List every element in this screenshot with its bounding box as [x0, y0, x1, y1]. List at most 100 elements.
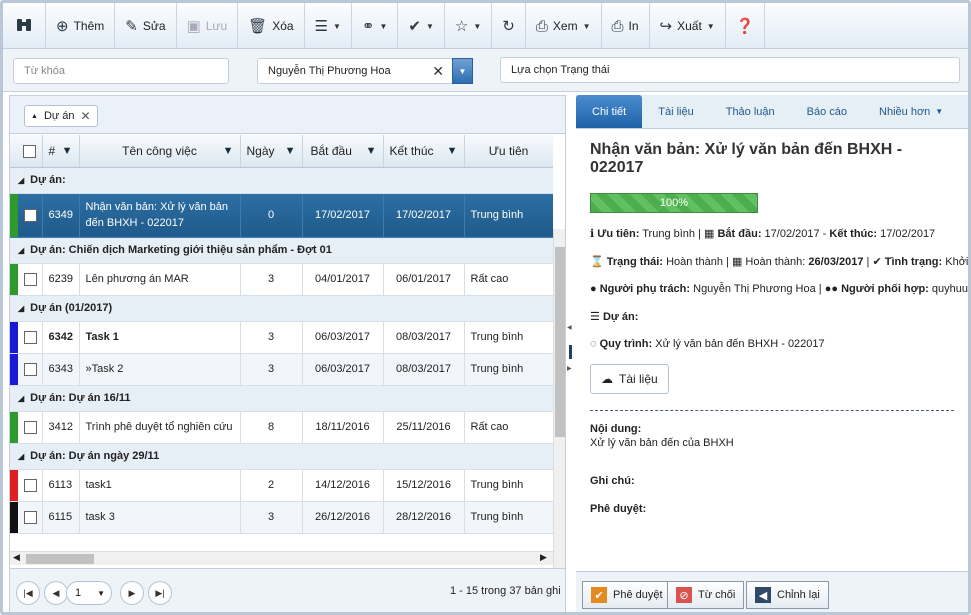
table-row[interactable]: 6343 »Task 2 3 06/03/2017 08/03/2017 Trung bì…	[10, 353, 553, 386]
edit-label: Sửa	[142, 19, 166, 33]
tab-report[interactable]: Báo cáo	[791, 95, 863, 128]
table-row[interactable]: 6113 task1 2 14/12/2016 15/12/2016 Trung bình	[10, 469, 553, 502]
clear-icon[interactable]: ✕	[432, 63, 444, 80]
remove-group-icon[interactable]: ✕	[81, 109, 91, 123]
row-select[interactable]	[18, 193, 43, 238]
cell-days: 3	[240, 501, 303, 534]
horizontal-scrollbar[interactable]: ◀ ▶	[10, 551, 553, 565]
group-row[interactable]: ◢ Dự án: Dự án 16/11	[10, 385, 553, 412]
revise-button[interactable]: ◀ Chỉnh lại	[746, 581, 829, 609]
filter-icon[interactable]: ▼	[62, 145, 73, 157]
row-select[interactable]	[18, 469, 43, 502]
collapse-right-icon[interactable]: ▶	[567, 365, 572, 372]
first-page-button[interactable]: |◀	[16, 581, 40, 605]
collapse-left-icon[interactable]: ◀	[567, 324, 572, 331]
favorite-dropdown[interactable]: ☆ ▼	[445, 3, 493, 49]
documents-button-label: Tài liệu	[619, 372, 658, 386]
status-select[interactable]: Lựa chọn Trạng thái	[500, 57, 960, 83]
group-row[interactable]: ◢ Dự án (01/2017)	[10, 295, 553, 322]
print-button[interactable]: ⎙ In	[602, 3, 650, 49]
star-icon: ☆	[454, 17, 469, 35]
link-dropdown[interactable]: ⚭ ▼	[352, 3, 399, 49]
row-checkbox[interactable]	[24, 330, 37, 344]
filter-icon[interactable]: ▼	[285, 145, 296, 157]
save-button[interactable]: ▣ Lưu	[177, 3, 239, 49]
approve-button[interactable]: ✔ Phê duyệt	[582, 581, 672, 609]
add-button[interactable]: ⊕ Thêm	[46, 3, 116, 49]
view-dropdown[interactable]: ⎙ Xem ▼	[526, 3, 602, 49]
row-color-bar	[10, 193, 18, 238]
splitter-handle[interactable]	[569, 345, 572, 359]
row-select[interactable]	[18, 321, 43, 354]
col-name[interactable]: Tên công việc ▼	[79, 135, 241, 168]
table-row[interactable]: 6115 task 3 3 26/12/2016 28/12/2016 Trung bìn…	[10, 501, 553, 534]
col-id[interactable]: # ▼	[42, 135, 80, 168]
row-select[interactable]	[18, 411, 43, 444]
person-select[interactable]: Nguyễn Thị Phương Hoa ✕	[257, 58, 453, 84]
splitter[interactable]: ◀ ▶	[566, 95, 576, 612]
select-all-header[interactable]	[18, 135, 43, 168]
col-start[interactable]: Bắt đầu ▼	[302, 135, 384, 168]
refresh-button[interactable]: ↻	[492, 3, 526, 49]
table-row[interactable]: 6342 Task 1 3 06/03/2017 08/03/2017 Trung bìn…	[10, 321, 553, 354]
row-checkbox[interactable]	[24, 272, 37, 286]
filter-icon[interactable]: ▼	[447, 145, 458, 157]
collapse-group-icon[interactable]: ◢	[18, 304, 24, 313]
collapse-group-icon[interactable]: ◢	[18, 176, 24, 185]
group-row[interactable]: ◢ Dự án:	[10, 167, 553, 194]
tab-detail[interactable]: Chi tiết	[576, 95, 643, 128]
select-all-checkbox[interactable]	[23, 144, 37, 158]
vertical-scrollbar[interactable]	[553, 229, 565, 612]
cell-priority: Trung bình	[464, 501, 553, 534]
help-button[interactable]: ❓	[726, 3, 766, 49]
collapse-group-icon[interactable]: ◢	[18, 452, 24, 461]
cell-id: 6115	[42, 501, 80, 534]
filter-icon[interactable]: ▼	[366, 145, 377, 157]
delete-button[interactable]: 🗑 Xóa	[238, 3, 305, 49]
scroll-thumb[interactable]	[555, 247, 565, 437]
row-checkbox[interactable]	[24, 420, 37, 434]
menu-dropdown[interactable]: ☰ ▼	[305, 3, 352, 49]
row-checkbox[interactable]	[24, 478, 37, 492]
next-page-button[interactable]: ▶	[120, 581, 144, 605]
group-row[interactable]: ◢ Dự án: Chiến dịch Marketing giới thiệu …	[10, 237, 553, 264]
table-row[interactable]: 3412 Trình phê duyệt tổ nghiên cứu 8 18/11/…	[10, 411, 553, 444]
scroll-right-icon[interactable]: ▶	[540, 552, 547, 563]
collapse-group-icon[interactable]: ◢	[18, 246, 24, 255]
group-row[interactable]: ◢ Dự án: Dự án ngày 29/11	[10, 443, 553, 470]
reject-button[interactable]: ⊘ Từ chối	[667, 581, 745, 609]
documents-button[interactable]: ☁ Tài liệu	[590, 364, 669, 394]
process-value: Xử lý văn bản đến BHXH - 022017	[655, 338, 825, 350]
prev-page-button[interactable]: ◀	[44, 581, 68, 605]
row-select[interactable]	[18, 263, 43, 296]
col-priority[interactable]: Ưu tiên	[464, 135, 553, 168]
row-select[interactable]	[18, 353, 43, 386]
row-checkbox[interactable]	[24, 208, 37, 222]
row-checkbox[interactable]	[24, 362, 37, 376]
col-end[interactable]: Kết thúc ▼	[383, 135, 465, 168]
collapse-group-icon[interactable]: ◢	[18, 394, 24, 403]
filter-icon[interactable]: ▼	[223, 145, 234, 157]
task-table: # ▼ Tên công việc ▼ Ngày ▼ Bắt đầu ▼ Kết thú…	[10, 135, 553, 534]
table-row[interactable]: 6239 Lên phương án MAR 3 04/01/2017 06/01/20…	[10, 263, 553, 296]
tab-discussion[interactable]: Thảo luận	[710, 95, 791, 128]
last-page-button[interactable]: ▶|	[148, 581, 172, 605]
cell-id: 6349	[42, 193, 80, 238]
scroll-thumb[interactable]	[26, 554, 94, 564]
page-select[interactable]: 1 ▼	[66, 581, 112, 605]
edit-button[interactable]: ✎ Sửa	[115, 3, 177, 49]
row-checkbox[interactable]	[24, 510, 37, 524]
col-days[interactable]: Ngày ▼	[240, 135, 303, 168]
cell-days: 2	[240, 469, 303, 502]
tab-documents[interactable]: Tài liệu	[642, 95, 709, 128]
table-row[interactable]: 6349 Nhận văn bản: Xử lý văn bản đến BHXH…	[10, 193, 553, 238]
row-select[interactable]	[18, 501, 43, 534]
keyword-input[interactable]: Từ khóa	[13, 58, 229, 84]
search-tool-button[interactable]	[3, 3, 46, 49]
status-dropdown[interactable]: ✔ ▼	[398, 3, 445, 49]
scroll-left-icon[interactable]: ◀	[13, 552, 20, 563]
export-dropdown[interactable]: ↪ Xuất ▼	[650, 3, 726, 49]
group-chip[interactable]: ▲ Dự án ✕	[24, 105, 98, 127]
tab-more[interactable]: Nhiều hơn ▼	[863, 95, 959, 128]
person-dropdown-toggle[interactable]: ▼	[452, 58, 473, 84]
